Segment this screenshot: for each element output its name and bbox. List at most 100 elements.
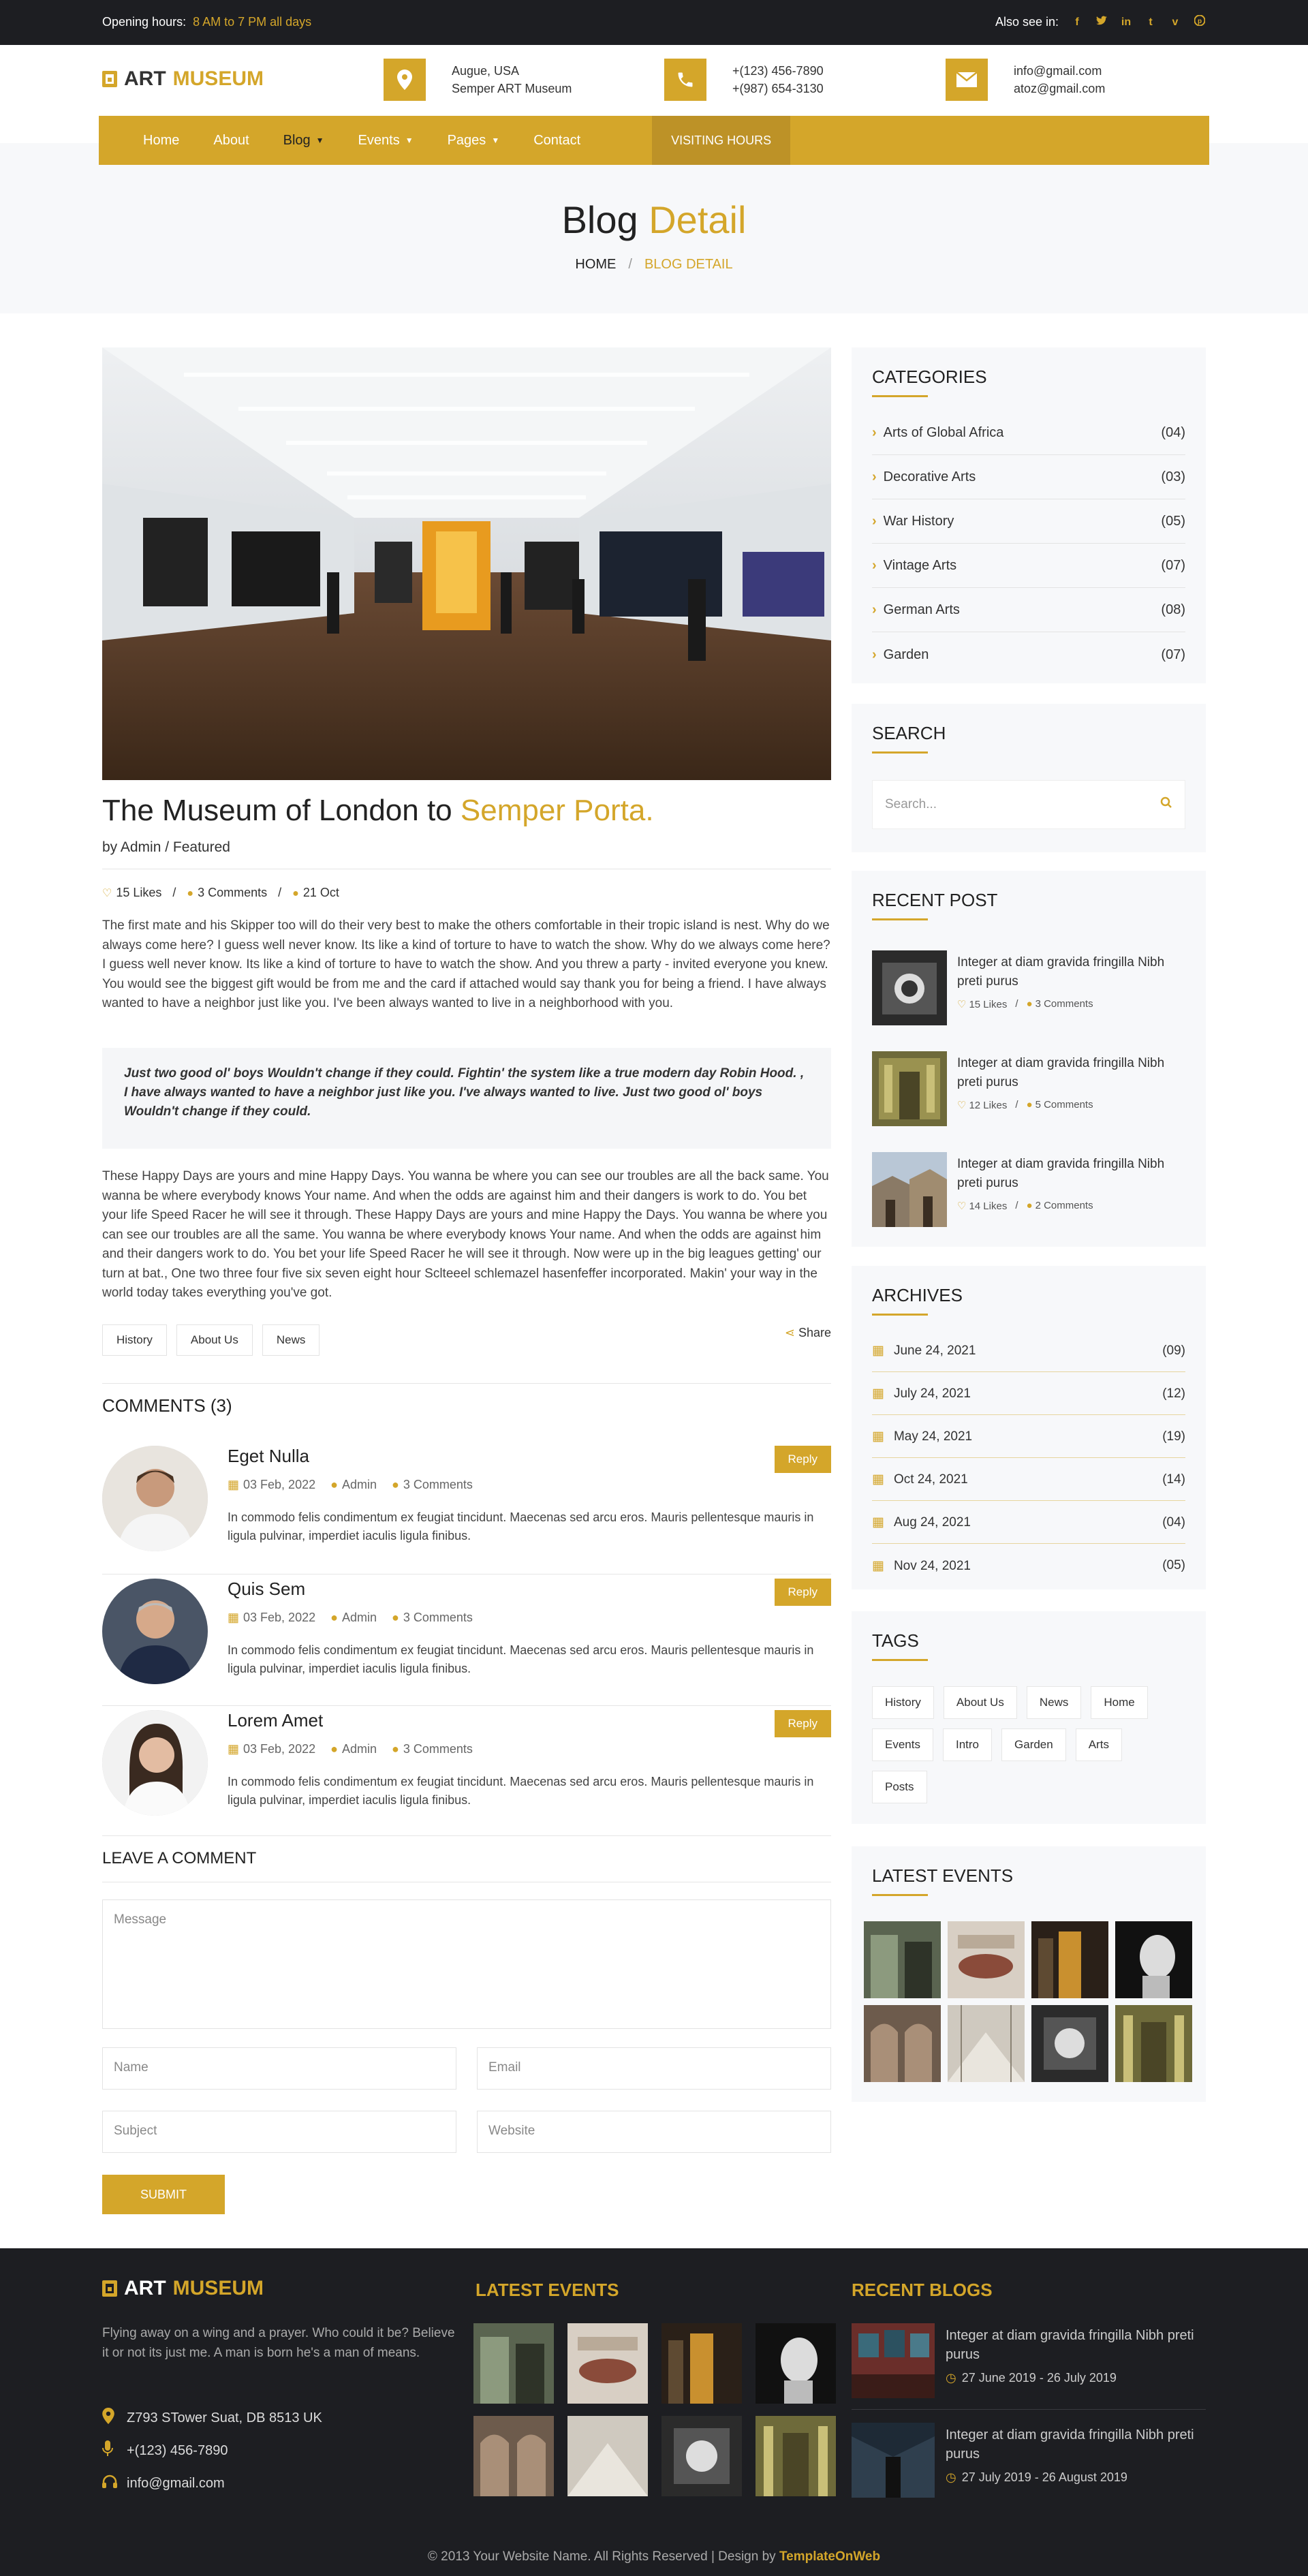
- comment-item: Lorem Amet ▦ 03 Feb, 2022 ● Admin ● 3 Comme…: [102, 1710, 831, 1833]
- subject-field[interactable]: Subject: [102, 2111, 456, 2153]
- event-thumbnail[interactable]: [473, 2323, 554, 2404]
- post-tag[interactable]: History: [102, 1324, 167, 1356]
- tag-item[interactable]: Home: [1091, 1686, 1148, 1719]
- share-button[interactable]: ⋖ Share: [785, 1326, 831, 1340]
- tag-item[interactable]: Arts: [1075, 1728, 1122, 1761]
- phone-line-2[interactable]: +(987) 654-3130: [732, 80, 824, 97]
- event-thumbnail[interactable]: [864, 2005, 941, 2082]
- footer-email[interactable]: info@gmail.com: [102, 2474, 225, 2492]
- post-tag[interactable]: News: [262, 1324, 320, 1356]
- archive-item[interactable]: ▦ Aug 24, 2021 (04): [872, 1502, 1185, 1544]
- search-icon[interactable]: [1160, 796, 1172, 813]
- event-thumbnail[interactable]: [567, 2416, 648, 2496]
- nav-events-label: Events: [358, 132, 400, 148]
- event-thumbnail[interactable]: [1031, 1921, 1108, 1998]
- footer-phone[interactable]: +(123) 456-7890: [102, 2440, 228, 2461]
- chevron-right-icon: ›: [872, 514, 877, 529]
- post-tag[interactable]: About Us: [176, 1324, 253, 1356]
- nav-about[interactable]: About: [196, 116, 266, 165]
- submit-button[interactable]: SUBMIT: [102, 2175, 225, 2214]
- tag-item[interactable]: Intro: [942, 1728, 993, 1761]
- category-item[interactable]: › German Arts (08): [872, 589, 1185, 632]
- website-field[interactable]: Website: [477, 2111, 831, 2153]
- event-thumbnail[interactable]: [661, 2323, 742, 2404]
- category-item[interactable]: › War History (05): [872, 500, 1185, 544]
- name-field[interactable]: Name: [102, 2047, 456, 2090]
- email-line-2[interactable]: atoz@gmail.com: [1014, 80, 1105, 97]
- widget-title: ARCHIVES: [872, 1285, 963, 1305]
- footer-blog-item[interactable]: Integer at diam gravida fringilla Nibh p…: [852, 2423, 1206, 2504]
- blog-thumbnail: [852, 2323, 935, 2398]
- visiting-hours-button[interactable]: VISITING HOURS: [652, 116, 791, 165]
- email-line-1[interactable]: info@gmail.com: [1014, 62, 1105, 80]
- event-thumbnail[interactable]: [1115, 1921, 1192, 1998]
- tag-item[interactable]: Events: [872, 1728, 933, 1761]
- post-likes[interactable]: ♡ 15 Likes: [102, 886, 161, 900]
- post-comments[interactable]: ● 3 Comments: [187, 886, 267, 900]
- archive-item[interactable]: ▦ June 24, 2021 (09): [872, 1330, 1185, 1372]
- archive-item[interactable]: ▦ Nov 24, 2021 (05): [872, 1545, 1185, 1587]
- event-thumbnail[interactable]: [661, 2416, 742, 2496]
- archive-label: May 24, 2021: [893, 1429, 973, 1444]
- comment-icon: ●: [292, 888, 299, 899]
- recent-post-item[interactable]: Integer at diam gravida fringilla Nibh p…: [872, 1051, 1185, 1126]
- archive-count: (04): [1162, 1515, 1185, 1530]
- search-input[interactable]: Search...: [872, 780, 1185, 829]
- blog-thumbnail: [852, 2423, 935, 2498]
- tumblr-icon[interactable]: t: [1144, 16, 1157, 29]
- events-gallery: [864, 1921, 1194, 2082]
- message-textarea[interactable]: Message: [102, 1899, 831, 2029]
- nav-blog[interactable]: Blog ▼: [266, 116, 341, 165]
- category-item[interactable]: › Decorative Arts (03): [872, 456, 1185, 499]
- phone-line-1[interactable]: +(123) 456-7890: [732, 62, 824, 80]
- category-item[interactable]: › Vintage Arts (07): [872, 544, 1185, 588]
- archive-item[interactable]: ▦ May 24, 2021 (19): [872, 1416, 1185, 1458]
- tag-item[interactable]: About Us: [943, 1686, 1017, 1719]
- tag-item[interactable]: News: [1026, 1686, 1082, 1719]
- event-thumbnail[interactable]: [948, 2005, 1025, 2082]
- heart-icon: ♡: [957, 1100, 967, 1111]
- recent-post-item[interactable]: Integer at diam gravida fringilla Nibh p…: [872, 950, 1185, 1025]
- tag-item[interactable]: Garden: [1001, 1728, 1066, 1761]
- recent-post-item[interactable]: Integer at diam gravida fringilla Nibh p…: [872, 1152, 1185, 1227]
- archive-item[interactable]: ▦ Oct 24, 2021 (14): [872, 1459, 1185, 1501]
- linkedin-icon[interactable]: in: [1120, 16, 1132, 29]
- event-thumbnail[interactable]: [864, 1921, 941, 1998]
- caret-down-icon: ▼: [405, 136, 414, 145]
- event-thumbnail[interactable]: [1115, 2005, 1192, 2082]
- nav-home[interactable]: Home: [126, 116, 196, 165]
- event-thumbnail[interactable]: [756, 2323, 836, 2404]
- event-thumbnail[interactable]: [567, 2323, 648, 2404]
- comment-author: Lorem Amet: [228, 1710, 324, 1731]
- pinterest-icon[interactable]: p: [1194, 14, 1206, 29]
- twitter-icon[interactable]: [1095, 16, 1108, 29]
- tag-item[interactable]: History: [872, 1686, 934, 1719]
- designer-link[interactable]: TemplateOnWeb: [779, 2549, 880, 2564]
- category-item[interactable]: › Arts of Global Africa (04): [872, 412, 1185, 455]
- vimeo-icon[interactable]: v: [1169, 16, 1181, 29]
- event-thumbnail[interactable]: [756, 2416, 836, 2496]
- nav-events[interactable]: Events ▼: [341, 116, 431, 165]
- calendar-icon: ▦: [872, 1558, 884, 1573]
- nav-pages[interactable]: Pages ▼: [431, 116, 517, 165]
- breadcrumb-home[interactable]: HOME: [575, 257, 616, 272]
- category-item[interactable]: › Garden (07): [872, 633, 1185, 677]
- footer-logo[interactable]: ART MUSEUM: [102, 2277, 264, 2300]
- latest-events-widget: LATEST EVENTS: [852, 1846, 1206, 2102]
- clock-icon: ◷: [946, 2470, 956, 2484]
- facebook-icon[interactable]: f: [1071, 16, 1083, 29]
- nav-contact[interactable]: Contact: [516, 116, 597, 165]
- email-field[interactable]: Email: [477, 2047, 831, 2090]
- reply-button[interactable]: Reply: [774, 1446, 831, 1473]
- reply-button[interactable]: Reply: [774, 1710, 831, 1737]
- event-thumbnail[interactable]: [948, 1921, 1025, 1998]
- logo-word-museum: MUSEUM: [172, 67, 264, 90]
- event-thumbnail[interactable]: [1031, 2005, 1108, 2082]
- category-count: (03): [1161, 469, 1185, 484]
- tag-item[interactable]: Posts: [872, 1771, 927, 1803]
- site-logo[interactable]: ART MUSEUM: [102, 67, 264, 91]
- archive-item[interactable]: ▦ July 24, 2021 (12): [872, 1373, 1185, 1415]
- footer-blog-item[interactable]: Integer at diam gravida fringilla Nibh p…: [852, 2323, 1206, 2405]
- event-thumbnail[interactable]: [473, 2416, 554, 2496]
- reply-button[interactable]: Reply: [774, 1579, 831, 1606]
